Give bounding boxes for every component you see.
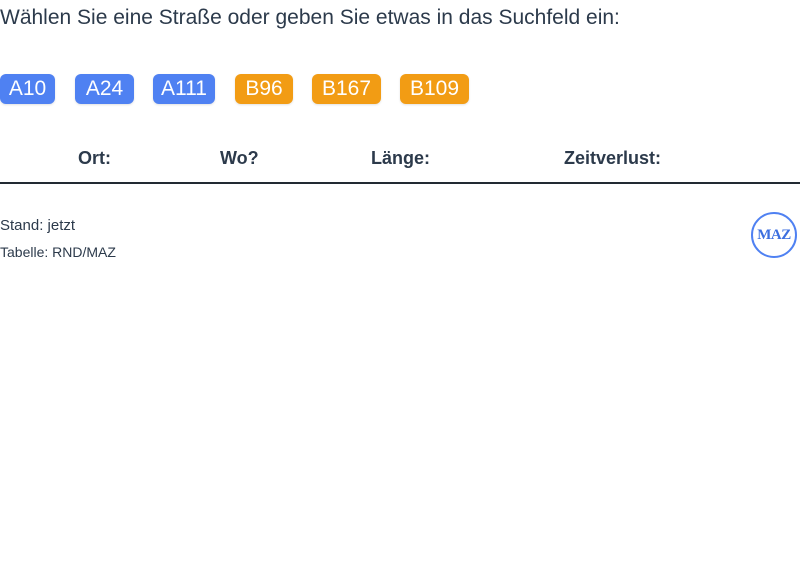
road-chip-a111[interactable]: A111 <box>153 74 215 104</box>
status-text: Stand: jetzt <box>0 217 76 234</box>
instruction-text: Wählen Sie eine Straße oder geben Sie et… <box>0 6 620 29</box>
maz-logo-icon: MAZ <box>751 212 797 258</box>
header-divider <box>0 182 800 184</box>
column-header-ort: Ort: <box>78 148 111 168</box>
logo-text: MAZ <box>757 226 791 243</box>
column-header-laenge: Länge: <box>371 148 431 168</box>
table-header: Ort: Wo? Länge: Zeitverlust: <box>0 146 800 184</box>
column-header-wo: Wo? <box>220 148 259 168</box>
road-chip-b109[interactable]: B109 <box>400 74 469 104</box>
source-text: Tabelle: RND/MAZ <box>0 244 116 260</box>
column-header-zeitverlust: Zeitverlust: <box>564 148 662 168</box>
traffic-widget: Wählen Sie eine Straße oder geben Sie et… <box>0 0 800 576</box>
road-chip-a24[interactable]: A24 <box>75 74 134 104</box>
road-chip-b96[interactable]: B96 <box>235 74 293 104</box>
road-chip-a10[interactable]: A10 <box>0 74 55 104</box>
road-chip-b167[interactable]: B167 <box>312 74 381 104</box>
